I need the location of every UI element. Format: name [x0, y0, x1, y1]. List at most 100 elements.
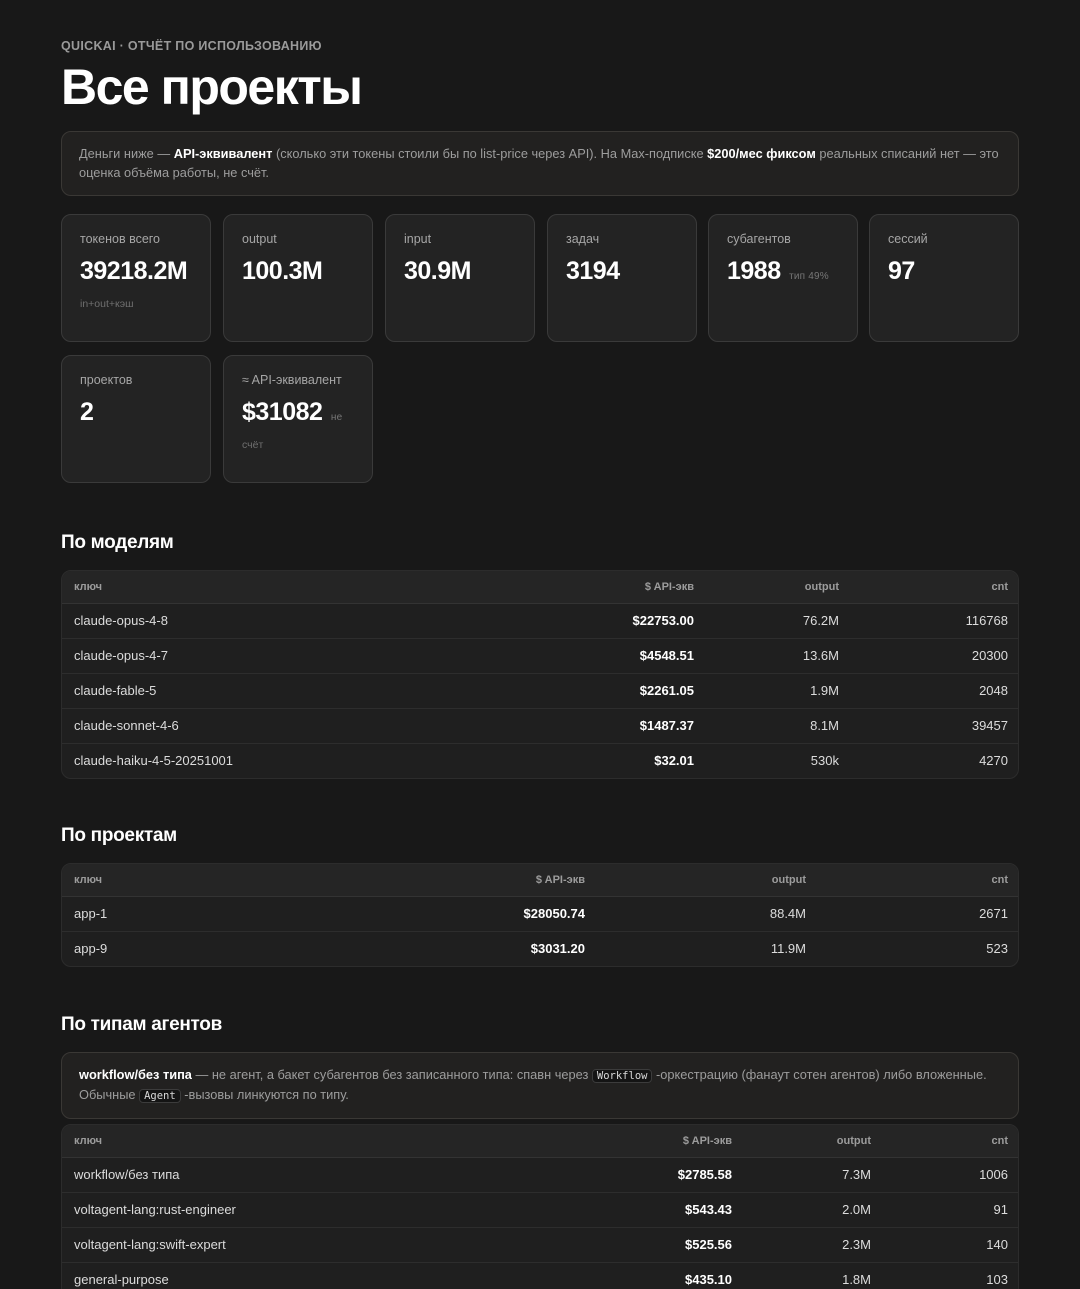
stat-number: 100.3M: [242, 257, 323, 285]
projects-table: ключ $ API-экв output cnt app-1 $28050.7…: [61, 863, 1019, 967]
section-title-agents: По типам агентов: [61, 1014, 222, 1035]
cell-key: claude-opus-4-7: [62, 638, 567, 674]
cell-cnt: 39457: [851, 708, 1018, 744]
col-header-cost[interactable]: $ API-экв: [595, 1125, 744, 1158]
cell-cost: $543.43: [595, 1192, 744, 1228]
cell-cost: $32.01: [654, 753, 694, 769]
cell-cost: $2261.05: [567, 673, 706, 709]
agents-notice: workflow/без типа — не агент, а бакет су…: [61, 1052, 1019, 1119]
col-header-key[interactable]: ключ: [62, 864, 421, 897]
cell-key: claude-fable-5: [62, 673, 567, 709]
col-header-cost[interactable]: $ API-экв: [567, 571, 706, 604]
cell-cnt: 4270: [979, 753, 1008, 769]
stat-card-sessions: сессий 97: [869, 214, 1019, 342]
col-header-output[interactable]: output: [744, 1125, 883, 1158]
cell-cost: $22753.00: [567, 603, 706, 639]
cell-cnt: 20300: [851, 638, 1018, 674]
table-row: workflow/без типа $2785.58 7.3M 1006: [62, 1157, 1018, 1193]
notice-text: Деньги ниже —: [79, 146, 174, 161]
stat-label: задач: [566, 232, 600, 246]
cell-cost: $3031.20: [530, 941, 585, 957]
cell-output: 88.4M: [597, 896, 818, 932]
stat-suffix: не: [330, 412, 343, 423]
col-header-cost[interactable]: $ API-экв: [421, 864, 597, 897]
cell-cost: $525.56: [595, 1227, 744, 1263]
table-row: app-9 $3031.20 11.9M 523: [62, 931, 1018, 966]
cell-key: claude-opus-4-8: [62, 603, 567, 639]
table-row: voltagent-lang:swift-expert $525.56 2.3M…: [62, 1227, 1018, 1263]
report-eyebrow: QUICKAI · ОТЧЁТ ПО ИСПОЛЬЗОВАНИЮ: [61, 39, 322, 53]
api-equivalent-notice: Деньги ниже — API-эквивалент (сколько эт…: [61, 131, 1019, 196]
cell-cost: $4548.51: [567, 638, 706, 674]
stat-label: input: [404, 232, 432, 246]
cell-output: 7.3M: [744, 1157, 883, 1193]
stat-value: 30.9M: [404, 257, 516, 286]
cell-output: 76.2M: [706, 603, 851, 639]
stat-suffix: тип 49%: [789, 271, 829, 282]
stat-label: сессий: [888, 232, 928, 246]
stat-sub: счёт: [242, 439, 264, 451]
stat-number: 30.9M: [404, 257, 471, 285]
cell-output: 2.0M: [744, 1192, 883, 1228]
col-header-cnt[interactable]: cnt: [851, 571, 1018, 604]
table-row: claude-haiku-4-5-20251001 $32.01 530k 42…: [62, 743, 1018, 778]
stat-value: 2: [80, 398, 192, 427]
col-header-key[interactable]: ключ: [62, 571, 567, 604]
col-header-cnt[interactable]: cnt: [818, 864, 1018, 897]
table-row: voltagent-lang:rust-engineer $543.43 2.0…: [62, 1192, 1018, 1228]
cell-cnt: 91: [883, 1192, 1018, 1228]
col-header-output[interactable]: output: [597, 864, 818, 897]
cell-cost: $2785.58: [595, 1157, 744, 1193]
cell-key: voltagent-lang:swift-expert: [62, 1227, 595, 1263]
cell-key: workflow/без типа: [62, 1157, 595, 1193]
col-header-cnt[interactable]: cnt: [883, 1125, 1018, 1158]
report-page: QUICKAI · ОТЧЁТ ПО ИСПОЛЬЗОВАНИЮ Все про…: [0, 0, 1080, 1289]
stat-card-api-equivalent: ≈ API-эквивалент $31082 не счёт: [223, 355, 373, 483]
cell-key: claude-haiku-4-5-20251001: [74, 753, 234, 769]
stat-number: 1988: [727, 257, 781, 285]
stat-number: 97: [888, 257, 915, 285]
stat-value: 100.3M: [242, 257, 354, 286]
code-workflow: Workflow: [591, 1069, 653, 1083]
cell-output: 11.9M: [770, 941, 806, 957]
cell-cost: $1487.37: [567, 708, 706, 744]
col-header-output[interactable]: output: [706, 571, 851, 604]
stat-label: ≈ API-эквивалент: [242, 373, 342, 387]
cell-cnt: 2048: [851, 673, 1018, 709]
cell-cnt: 140: [883, 1227, 1018, 1263]
models-table: ключ $ API-экв output cnt claude-opus-4-…: [61, 570, 1019, 779]
table-row: claude-sonnet-4-6 $1487.37 8.1M 39457: [62, 708, 1018, 744]
notice-text: (сколько эти токены стоили бы по list-pr…: [272, 146, 708, 161]
stat-value: $31082 не: [242, 398, 354, 427]
notice-text: — не агент, а бакет субагентов без запис…: [191, 1067, 592, 1082]
stat-label: токенов всего: [80, 232, 161, 246]
cell-key: app-1: [62, 896, 421, 932]
stat-number: 3194: [566, 257, 620, 285]
code-agent: Agent: [139, 1088, 181, 1103]
stat-label: субагентов: [727, 232, 791, 246]
cell-cnt: 2671: [818, 896, 1018, 932]
table-row: claude-fable-5 $2261.05 1.9M 2048: [62, 673, 1018, 709]
stat-card-output: output 100.3M: [223, 214, 373, 342]
table-header-row: ключ $ API-экв output cnt: [62, 571, 1018, 604]
cell-key: app-9: [74, 941, 108, 957]
stat-value: 97: [888, 257, 1000, 286]
cell-cnt: 103: [986, 1272, 1008, 1288]
stat-number: $31082: [242, 398, 323, 426]
cell-cost: $28050.74: [421, 896, 597, 932]
stat-label: output: [242, 232, 277, 246]
stat-number: 39218.2M: [80, 257, 188, 285]
cell-cost: $435.10: [685, 1272, 732, 1288]
cell-key: claude-sonnet-4-6: [62, 708, 567, 744]
cell-cnt: 116768: [851, 603, 1018, 639]
stat-label: проектов: [80, 373, 133, 387]
cell-output: 13.6M: [706, 638, 851, 674]
section-title-models: По моделям: [61, 532, 174, 553]
table-row: app-1 $28050.74 88.4M 2671: [62, 896, 1018, 932]
cell-output: 8.1M: [706, 708, 851, 744]
cell-cnt: 1006: [883, 1157, 1018, 1193]
col-header-key[interactable]: ключ: [62, 1125, 595, 1158]
cell-cnt: 523: [986, 941, 1008, 957]
stat-card-input: input 30.9M: [385, 214, 535, 342]
cell-output: 2.3M: [744, 1227, 883, 1263]
